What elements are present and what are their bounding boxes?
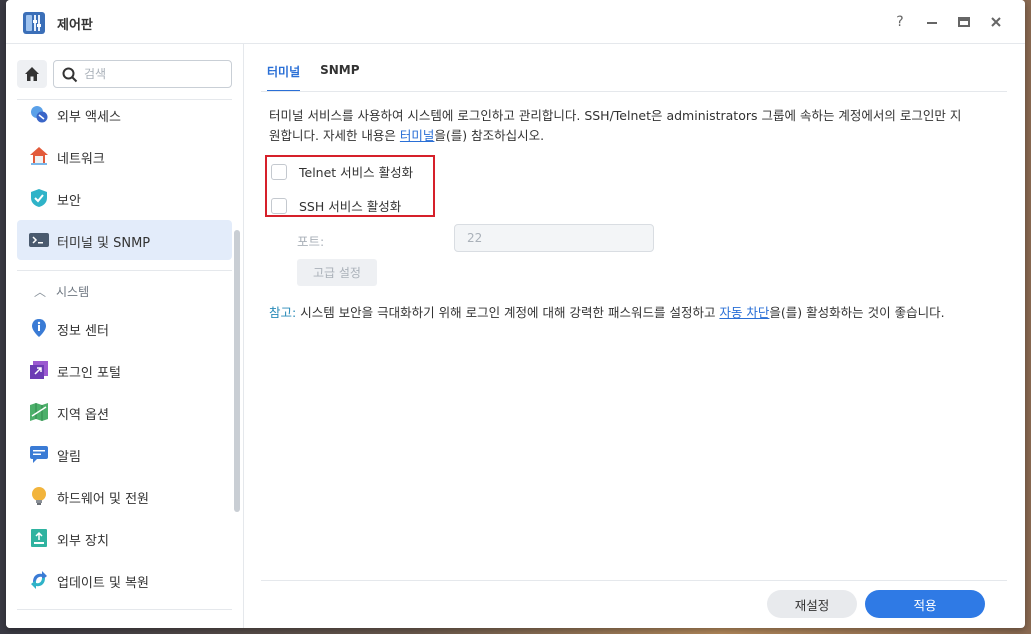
sidebar-item-label: 로그인 포털 (57, 366, 121, 381)
sidebar-item-label: 보안 (57, 194, 81, 209)
section-header-system[interactable]: ︿ 시스템 (34, 283, 89, 300)
tab-bar: 터미널 SNMP (267, 63, 380, 92)
ssh-option[interactable]: SSH 서비스 활성화 (271, 196, 401, 215)
close-button[interactable] (986, 12, 1006, 32)
control-panel-window: 제어판 ? 검색 외부 액세스 네트워크 보안 터미널 및 SNMP ︿ 시스템… (6, 0, 1025, 628)
minimize-icon (927, 22, 937, 24)
sidebar-item-label: 네트워크 (57, 152, 105, 167)
sidebar-item-notification[interactable]: 알림 (17, 434, 232, 474)
update-restore-icon (31, 571, 47, 589)
maximize-icon (958, 17, 970, 27)
telnet-option[interactable]: Telnet 서비스 활성화 (271, 162, 413, 181)
external-device-icon (31, 529, 47, 547)
window-title: 제어판 (57, 18, 93, 33)
port-label: 포트: (297, 234, 325, 249)
external-access-icon (31, 106, 48, 123)
sidebar-item-label: 외부 장치 (57, 534, 109, 549)
description-line-1: 터미널 서비스를 사용하여 시스템에 로그인하고 관리합니다. SSH/Teln… (269, 108, 962, 123)
port-input[interactable] (454, 224, 654, 252)
sidebar-item-hardware-power[interactable]: 하드웨어 및 전원 (17, 476, 232, 516)
minimize-button[interactable] (922, 12, 942, 32)
control-panel-app-icon (23, 12, 45, 34)
sidebar-item-info-center[interactable]: 정보 센터 (17, 308, 232, 348)
note-text-post: 을(를) 활성화하는 것이 좋습니다. (769, 305, 945, 320)
regional-options-icon (30, 403, 48, 421)
search-box[interactable] (53, 60, 232, 88)
sidebar-item-regional-options[interactable]: 지역 옵션 (17, 392, 232, 432)
description-text: 터미널 서비스를 사용하여 시스템에 로그인하고 관리합니다. SSH/Teln… (269, 106, 1009, 146)
help-button[interactable]: ? (890, 12, 910, 32)
info-icon (32, 319, 46, 337)
sidebar-item-label: 터미널 및 SNMP (57, 236, 151, 251)
sidebar-item-security[interactable]: 보안 (17, 178, 232, 218)
description-text-post: 을(를) 참조하십시오. (434, 128, 545, 143)
ssh-label[interactable]: SSH 서비스 활성화 (299, 196, 401, 215)
help-icon: ? (896, 14, 904, 30)
terminal-icon (29, 233, 49, 247)
main-panel: 터미널 SNMP 터미널 서비스를 사용하여 시스템에 로그인하고 관리합니다.… (245, 44, 1025, 628)
sidebar-item-login-portal[interactable]: 로그인 포털 (17, 350, 232, 390)
home-button[interactable] (17, 60, 47, 88)
sidebar: 외부 액세스 네트워크 보안 터미널 및 SNMP (6, 44, 244, 628)
sidebar-item-network[interactable]: 네트워크 (17, 136, 232, 176)
tab-divider (261, 91, 1007, 92)
sidebar-item-label: 알림 (57, 450, 81, 465)
sidebar-divider (17, 609, 232, 610)
telnet-label[interactable]: Telnet 서비스 활성화 (299, 162, 413, 181)
note-label: 참고: (269, 305, 297, 320)
sidebar-item-external-device[interactable]: 외부 장치 (17, 518, 232, 558)
ssh-checkbox[interactable] (271, 197, 287, 214)
home-icon (25, 67, 39, 81)
sidebar-item-external-access[interactable]: 외부 액세스 (17, 94, 232, 134)
network-icon (30, 147, 48, 165)
apply-button[interactable]: 적용 (865, 590, 985, 618)
sidebar-scrollbar[interactable] (234, 230, 240, 512)
maximize-button[interactable] (954, 12, 974, 32)
footer-divider (261, 580, 1007, 581)
bulb-icon (32, 487, 46, 505)
search-icon (62, 67, 78, 83)
terminal-help-link[interactable]: 터미널 (400, 128, 435, 143)
sidebar-item-label: 업데이트 및 복원 (57, 576, 149, 591)
tab-terminal[interactable]: 터미널 (267, 63, 301, 92)
sidebar-item-terminal-snmp[interactable]: 터미널 및 SNMP (17, 220, 232, 260)
advanced-settings-button[interactable]: 고급 설정 (297, 259, 377, 286)
sidebar-item-update-restore[interactable]: 업데이트 및 복원 (17, 560, 232, 600)
sidebar-item-label: 하드웨어 및 전원 (57, 492, 149, 507)
sidebar-divider (17, 270, 232, 271)
sidebar-item-label: 지역 옵션 (57, 408, 109, 423)
section-label: 시스템 (56, 285, 90, 299)
description-text-pre: 원합니다. 자세한 내용은 (269, 128, 400, 143)
shield-icon (31, 189, 47, 207)
tab-snmp[interactable]: SNMP (320, 63, 359, 92)
sidebar-item-label: 정보 센터 (57, 324, 109, 339)
note-text: 참고: 시스템 보안을 극대화하기 위해 로그인 계정에 대해 강력한 패스워드… (269, 302, 945, 321)
auto-block-link[interactable]: 자동 차단 (719, 305, 769, 320)
telnet-checkbox[interactable] (271, 163, 287, 180)
reset-button[interactable]: 재설정 (767, 590, 857, 618)
note-text-pre: 시스템 보안을 극대화하기 위해 로그인 계정에 대해 강력한 패스워드를 설정… (296, 305, 720, 320)
login-portal-icon (30, 361, 48, 379)
sidebar-item-label: 외부 액세스 (57, 110, 121, 125)
chevron-up-icon: ︿ (34, 285, 47, 299)
notification-icon (30, 446, 48, 463)
search-input[interactable] (84, 64, 224, 84)
description-line-2: 원합니다. 자세한 내용은 터미널을(를) 참조하십시오. (269, 126, 1009, 146)
title-bar: 제어판 ? (6, 0, 1025, 44)
close-icon (991, 17, 1001, 27)
